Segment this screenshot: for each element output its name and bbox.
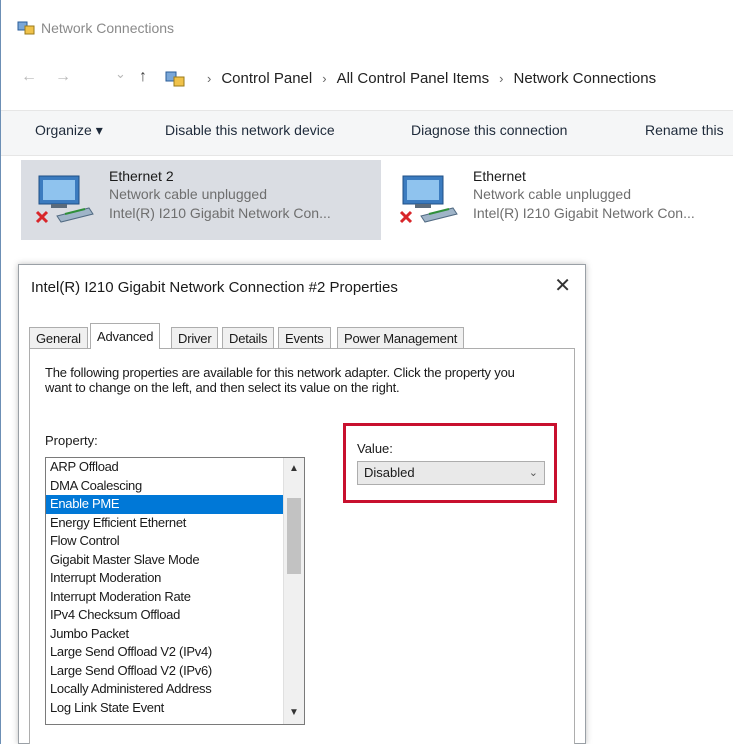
dialog-title: Intel(R) I210 Gigabit Network Connection… bbox=[31, 279, 398, 296]
list-item[interactable]: Locally Administered Address bbox=[46, 680, 304, 699]
adapter-device: Intel(R) I210 Gigabit Network Con... bbox=[473, 205, 695, 221]
property-list[interactable]: ARP Offload DMA Coalescing Enable PME En… bbox=[45, 457, 305, 725]
list-item[interactable]: Jumbo Packet bbox=[46, 625, 304, 644]
list-item[interactable]: Gigabit Master Slave Mode bbox=[46, 551, 304, 570]
rename-button[interactable]: Rename this bbox=[645, 122, 724, 138]
command-bar bbox=[1, 110, 733, 156]
breadcrumb: › Control Panel › All Control Panel Items › N… bbox=[197, 70, 656, 87]
list-item[interactable]: DMA Coalescing bbox=[46, 477, 304, 496]
organize-button[interactable]: Organize ▾ bbox=[35, 122, 103, 139]
breadcrumb-control-panel[interactable]: Control Panel bbox=[221, 70, 312, 87]
adapter-status: Network cable unplugged bbox=[473, 186, 631, 202]
adapter-name: Ethernet 2 bbox=[109, 168, 174, 184]
close-icon[interactable]: ✕ bbox=[554, 273, 571, 298]
adapter-ethernet[interactable]: Ethernet Network cable unplugged Intel(R… bbox=[385, 160, 733, 240]
chevron-down-icon: ⌄ bbox=[528, 467, 538, 479]
value-label: Value: bbox=[357, 441, 393, 456]
breadcrumb-separator: › bbox=[499, 71, 504, 86]
properties-dialog: Intel(R) I210 Gigabit Network Connection… bbox=[18, 264, 586, 744]
list-item[interactable]: Interrupt Moderation Rate bbox=[46, 588, 304, 607]
tab-driver[interactable]: Driver bbox=[171, 327, 219, 349]
scroll-down-icon[interactable]: ▼ bbox=[284, 704, 304, 722]
breadcrumb-separator: › bbox=[207, 71, 212, 86]
breadcrumb-separator: › bbox=[322, 71, 327, 86]
recent-locations-icon[interactable]: ⌄ bbox=[115, 66, 126, 82]
forward-icon[interactable]: → bbox=[55, 68, 71, 86]
tab-power-management[interactable]: Power Management bbox=[337, 327, 465, 349]
tab-events[interactable]: Events bbox=[278, 327, 331, 349]
list-item[interactable]: Flow Control bbox=[46, 532, 304, 551]
scroll-up-icon[interactable]: ▲ bbox=[284, 460, 304, 478]
tab-strip: General Advanced Driver Details Events P… bbox=[29, 323, 575, 349]
list-item[interactable]: Large Send Offload V2 (IPv4) bbox=[46, 643, 304, 662]
diagnose-connection-button[interactable]: Diagnose this connection bbox=[411, 122, 567, 138]
breadcrumb-network-connections[interactable]: Network Connections bbox=[514, 70, 657, 87]
tab-details[interactable]: Details bbox=[222, 327, 275, 349]
property-list-scrollbar[interactable]: ▲ ▼ bbox=[283, 458, 304, 724]
window-titlebar: Network Connections bbox=[1, 0, 733, 44]
adapter-name: Ethernet bbox=[473, 168, 526, 184]
list-item[interactable]: IPv4 Checksum Offload bbox=[46, 606, 304, 625]
adapter-ethernet-2[interactable]: Ethernet 2 Network cable unplugged Intel… bbox=[21, 160, 381, 240]
list-item-selected[interactable]: Enable PME bbox=[46, 495, 304, 514]
list-item[interactable]: ARP Offload bbox=[46, 458, 304, 477]
tab-general[interactable]: General bbox=[29, 327, 88, 349]
disconnected-x-icon bbox=[35, 210, 49, 224]
value-selected: Disabled bbox=[364, 465, 415, 480]
disconnected-x-icon bbox=[399, 210, 413, 224]
back-icon[interactable]: ← bbox=[21, 68, 37, 86]
control-panel-icon bbox=[165, 70, 185, 88]
disable-device-button[interactable]: Disable this network device bbox=[165, 122, 335, 138]
value-dropdown[interactable]: Disabled ⌄ bbox=[357, 461, 545, 485]
breadcrumb-all-control-panel-items[interactable]: All Control Panel Items bbox=[337, 70, 490, 87]
scroll-thumb[interactable] bbox=[287, 498, 301, 574]
window-title: Network Connections bbox=[41, 20, 175, 36]
tab-advanced[interactable]: Advanced bbox=[90, 323, 161, 349]
property-label: Property: bbox=[45, 433, 98, 448]
network-connections-icon bbox=[17, 20, 35, 36]
list-item[interactable]: Energy Efficient Ethernet bbox=[46, 514, 304, 533]
adapter-status: Network cable unplugged bbox=[109, 186, 267, 202]
adapter-device: Intel(R) I210 Gigabit Network Con... bbox=[109, 205, 331, 221]
list-item[interactable]: Large Send Offload V2 (IPv6) bbox=[46, 662, 304, 681]
up-icon[interactable]: ↑ bbox=[139, 68, 147, 86]
list-item[interactable]: Log Link State Event bbox=[46, 699, 304, 718]
description-text: The following properties are available f… bbox=[45, 365, 515, 395]
list-item[interactable]: Interrupt Moderation bbox=[46, 569, 304, 588]
